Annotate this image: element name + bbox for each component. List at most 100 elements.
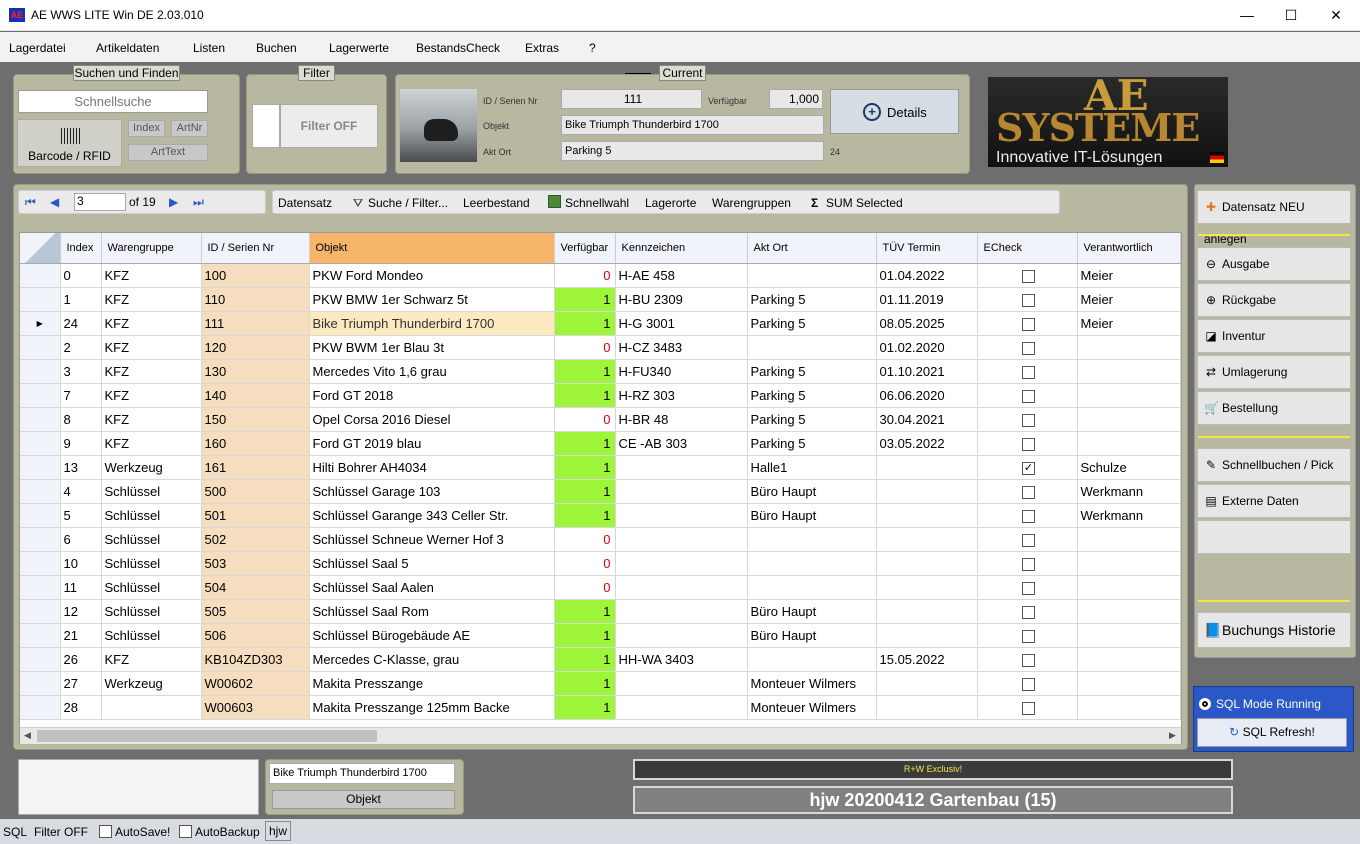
cell-objekt[interactable]: Makita Presszange [309, 671, 555, 696]
cell-verfuegbar[interactable]: 1 [554, 455, 616, 480]
table-row[interactable]: 21 Schlüssel 506 Schlüssel Bürogebäude AE 1 B… [20, 623, 1181, 648]
scroll-right-icon[interactable]: ▶ [1169, 730, 1176, 741]
row-header[interactable] [20, 551, 61, 576]
row-header[interactable]: ▶ [20, 311, 61, 336]
search-artnr-button[interactable]: ArtNr [171, 120, 208, 137]
cell-verantwortlich[interactable]: Meier [1077, 263, 1181, 288]
checkbox-icon[interactable] [1022, 581, 1035, 595]
cell-akt-ort[interactable]: Parking 5 [747, 311, 877, 336]
cell-verantwortlich[interactable]: Meier [1077, 287, 1181, 312]
cell-objekt[interactable]: Hilti Bohrer AH4034 [309, 455, 555, 480]
col-header-tuev[interactable]: TÜV Termin [876, 233, 978, 264]
cell-kennzeichen[interactable] [615, 551, 748, 576]
cell-verfuegbar[interactable]: 0 [554, 551, 616, 576]
cell-index[interactable]: 24 [60, 311, 102, 336]
schnellbuchen-button[interactable]: ✎Schnellbuchen / Pick List [1197, 448, 1351, 504]
table-row[interactable]: 28 W00603 Makita Presszange 125mm Backe 1 Mo… [20, 695, 1181, 720]
cell-warengruppe[interactable]: Schlüssel [101, 575, 202, 600]
toolbar-lagerorte[interactable]: Lagerorte [645, 196, 696, 210]
cell-warengruppe[interactable]: KFZ [101, 383, 202, 408]
cell-index[interactable]: 7 [60, 383, 102, 408]
cell-warengruppe[interactable]: KFZ [101, 263, 202, 288]
cell-akt-ort[interactable]: Halle1 [747, 455, 877, 480]
cell-tuev[interactable] [876, 623, 978, 648]
maximize-button[interactable]: ☐ [1268, 0, 1314, 31]
cell-kennzeichen[interactable]: H-FU340 [615, 359, 748, 384]
cell-id[interactable]: 110 [201, 287, 310, 312]
cell-warengruppe[interactable]: KFZ [101, 287, 202, 312]
table-row[interactable]: 5 Schlüssel 501 Schlüssel Garange 343 Celle… [20, 503, 1181, 528]
cell-echeck[interactable]: ✓ [977, 455, 1078, 480]
cell-verantwortlich[interactable]: Werkmann [1077, 503, 1181, 528]
table-row[interactable]: 26 KFZ KB104ZD303 Mercedes C-Klasse, grau 1 H… [20, 647, 1181, 672]
cell-objekt[interactable]: Bike Triumph Thunderbird 1700 [309, 311, 555, 336]
cell-kennzeichen[interactable] [615, 503, 748, 528]
scrollbar-thumb[interactable] [37, 730, 377, 742]
cell-verantwortlich[interactable] [1077, 695, 1181, 720]
bottom-object-field[interactable]: Bike Triumph Thunderbird 1700 [269, 763, 455, 784]
toolbar-sum-selected[interactable]: SUM Selected [826, 196, 903, 210]
cell-warengruppe[interactable]: Werkzeug [101, 455, 202, 480]
table-row[interactable]: 7 KFZ 140 Ford GT 2018 1 H-RZ 303 Parking 5 06.… [20, 383, 1181, 408]
col-header-akt-ort[interactable]: Akt Ort [747, 233, 877, 264]
cell-verfuegbar[interactable]: 1 [554, 695, 616, 720]
cell-id[interactable]: W00602 [201, 671, 310, 696]
object-field[interactable]: Bike Triumph Thunderbird 1700 [561, 115, 824, 135]
menu-buchen[interactable]: Buchen [256, 41, 297, 55]
row-header[interactable] [20, 623, 61, 648]
cell-verantwortlich[interactable] [1077, 407, 1181, 432]
cell-akt-ort[interactable] [747, 575, 877, 600]
cell-verantwortlich[interactable]: Schulze [1077, 455, 1181, 480]
checkbox-icon[interactable] [1022, 677, 1035, 691]
table-row[interactable]: 0 KFZ 100 PKW Ford Mondeo 0 H-AE 458 01.04.202… [20, 263, 1181, 288]
col-header-warengruppe[interactable]: Warengruppe [101, 233, 202, 264]
col-header-objekt[interactable]: Objekt [309, 233, 555, 264]
checkbox-icon[interactable] [1022, 605, 1035, 619]
cell-kennzeichen[interactable] [615, 623, 748, 648]
checkbox-icon[interactable] [1022, 389, 1035, 403]
cell-index[interactable]: 21 [60, 623, 102, 648]
autosave-checkbox[interactable] [99, 825, 112, 838]
cell-index[interactable]: 11 [60, 575, 102, 600]
toolbar-warengruppen[interactable]: Warengruppen [712, 196, 791, 210]
cell-kennzeichen[interactable]: CE -AB 303 [615, 431, 748, 456]
cell-echeck[interactable] [977, 359, 1078, 384]
cell-tuev[interactable]: 01.04.2022 [876, 263, 978, 288]
quick-search-input[interactable]: Schnellsuche [18, 90, 208, 113]
cell-objekt[interactable]: Mercedes C-Klasse, grau [309, 647, 555, 672]
cell-verfuegbar[interactable]: 1 [554, 287, 616, 312]
cell-objekt[interactable]: PKW BMW 1er Schwarz 5t [309, 287, 555, 312]
cell-kennzeichen[interactable] [615, 695, 748, 720]
cell-kennzeichen[interactable] [615, 599, 748, 624]
cell-kennzeichen[interactable] [615, 455, 748, 480]
cell-tuev[interactable]: 01.10.2021 [876, 359, 978, 384]
cell-objekt[interactable]: Schlüssel Saal Rom [309, 599, 555, 624]
checkbox-icon[interactable] [1022, 317, 1035, 331]
table-row[interactable]: 3 KFZ 130 Mercedes Vito 1,6 grau 1 H-FU340 Par… [20, 359, 1181, 384]
cell-echeck[interactable] [977, 671, 1078, 696]
menu-listen[interactable]: Listen [193, 41, 225, 55]
externe-daten-button[interactable]: ▤ Externe Daten [1197, 484, 1351, 518]
checkbox-icon[interactable] [1022, 533, 1035, 547]
cell-tuev[interactable] [876, 575, 978, 600]
cell-verantwortlich[interactable] [1077, 335, 1181, 360]
cell-akt-ort[interactable]: Monteuer Wilmers [747, 695, 877, 720]
cell-objekt[interactable]: Schlüssel Saal Aalen [309, 575, 555, 600]
cell-akt-ort[interactable] [747, 335, 877, 360]
cell-verantwortlich[interactable]: Meier [1077, 311, 1181, 336]
table-row[interactable]: 9 KFZ 160 Ford GT 2019 blau 1 CE -AB 303 Parki… [20, 431, 1181, 456]
checkbox-checked-icon[interactable]: ✓ [1022, 461, 1035, 475]
empty-action-button[interactable] [1197, 520, 1351, 554]
cell-warengruppe[interactable]: Schlüssel [101, 599, 202, 624]
cell-index[interactable]: 26 [60, 647, 102, 672]
cell-tuev[interactable] [876, 455, 978, 480]
first-record-icon[interactable]: ⏮ [25, 195, 36, 210]
col-header-index[interactable]: Index [60, 233, 102, 264]
menu-help[interactable]: ? [589, 41, 596, 55]
record-number-input[interactable]: 3 [74, 193, 126, 211]
radio-icon[interactable] [1199, 698, 1211, 710]
cell-kennzeichen[interactable] [615, 527, 748, 552]
cell-index[interactable]: 5 [60, 503, 102, 528]
cell-tuev[interactable] [876, 551, 978, 576]
table-row[interactable]: 6 Schlüssel 502 Schlüssel Schneue Werner Ho… [20, 527, 1181, 552]
